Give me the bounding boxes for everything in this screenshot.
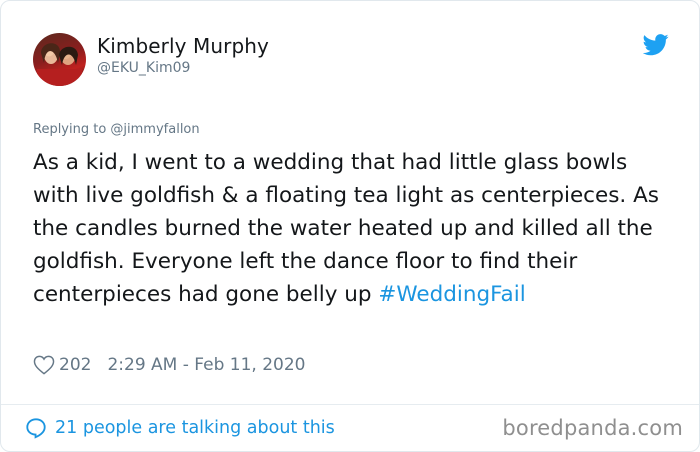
author-name[interactable]: Kimberly Murphy: [97, 34, 269, 58]
tweet-text: As a kid, I went to a wedding that had l…: [33, 150, 660, 307]
talking-text[interactable]: 21 people are talking about this: [55, 418, 335, 438]
avatar-image: [37, 43, 82, 86]
avatar[interactable]: [33, 33, 86, 86]
divider: [1, 404, 699, 405]
author-handle[interactable]: @EKU_Kim09: [97, 60, 190, 76]
reply-context[interactable]: Replying to @jimmyfallon: [33, 122, 200, 137]
speech-bubble-icon: [26, 418, 46, 439]
heart-icon[interactable]: [33, 355, 55, 375]
talking-link[interactable]: 21 people are talking about this: [25, 415, 335, 441]
tweet-meta: 202 2:29 AM - Feb 11, 2020: [33, 353, 305, 377]
tweet-body: As a kid, I went to a wedding that had l…: [33, 146, 673, 311]
timestamp[interactable]: 2:29 AM - Feb 11, 2020: [107, 355, 305, 375]
like-count[interactable]: 202: [59, 355, 91, 375]
watermark: boredpanda.com: [502, 416, 683, 440]
hashtag-link[interactable]: #WeddingFail: [378, 282, 525, 307]
tweet-card: Kimberly Murphy @EKU_Kim09 Replying to @…: [0, 0, 700, 452]
twitter-bird-icon[interactable]: [643, 34, 669, 56]
